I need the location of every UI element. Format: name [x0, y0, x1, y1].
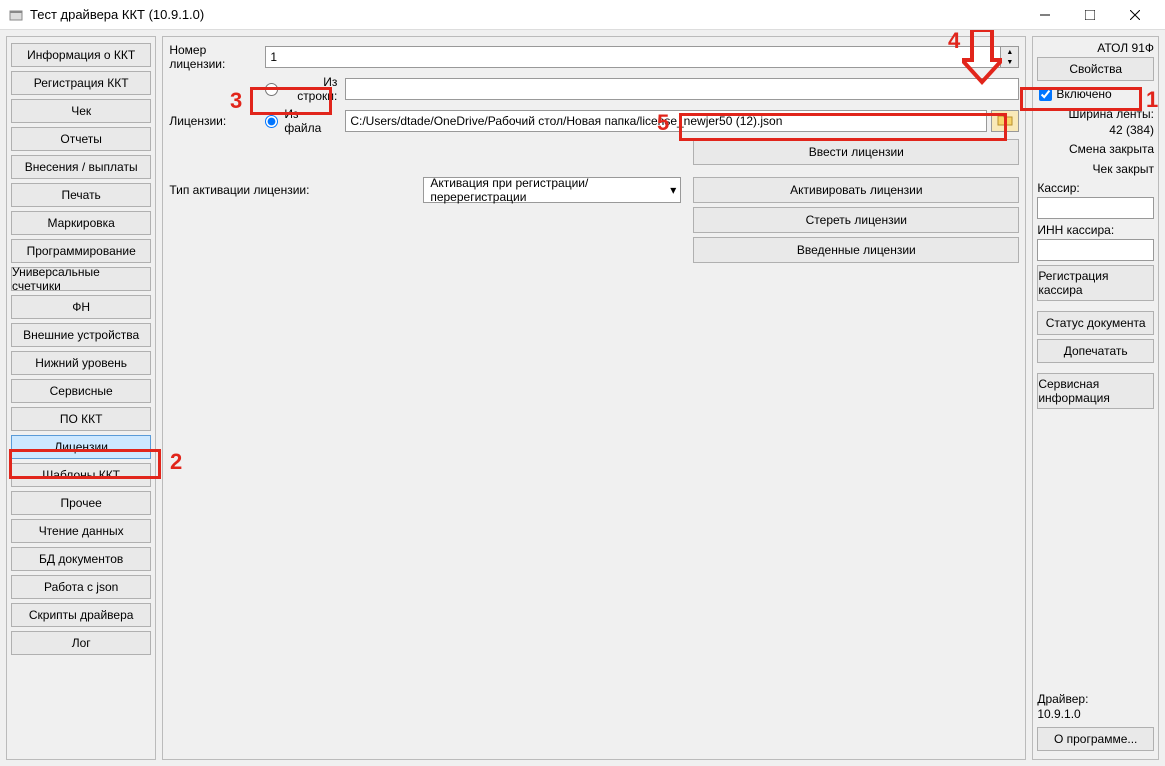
sidebar-item-info[interactable]: Информация о ККТ — [11, 43, 151, 67]
license-number-input[interactable] — [265, 46, 1001, 68]
license-number-label: Номер лицензии: — [169, 43, 261, 71]
license-string-input[interactable] — [345, 78, 1019, 100]
sidebar-item-firmware[interactable]: ПО ККТ — [11, 407, 151, 431]
check-status: Чек закрыт — [1037, 162, 1154, 178]
radio-from-file[interactable] — [265, 115, 278, 128]
sidebar-item-read[interactable]: Чтение данных — [11, 519, 151, 543]
folder-icon — [997, 114, 1013, 129]
shift-status: Смена закрыта — [1037, 142, 1154, 158]
enabled-checkbox[interactable] — [1039, 88, 1052, 101]
license-number-spinbox[interactable]: ▲▼ — [265, 46, 1019, 68]
register-cashier-button[interactable]: Регистрация кассира — [1037, 265, 1154, 301]
sidebar-item-payments[interactable]: Внесения / выплаты — [11, 155, 151, 179]
maximize-button[interactable] — [1067, 0, 1112, 30]
close-button[interactable] — [1112, 0, 1157, 30]
radio-file-label: Из файла — [284, 107, 337, 135]
sidebar-item-registration[interactable]: Регистрация ККТ — [11, 71, 151, 95]
service-info-button[interactable]: Сервисная информация — [1037, 373, 1154, 409]
sidebar-item-print[interactable]: Печать — [11, 183, 151, 207]
cashier-input[interactable] — [1037, 197, 1154, 219]
radio-string-label: Из строки: — [284, 75, 337, 103]
sidebar-item-counters[interactable]: Универсальные счетчики — [11, 267, 151, 291]
license-file-input[interactable] — [345, 110, 987, 132]
sidebar-item-check[interactable]: Чек — [11, 99, 151, 123]
sidebar-item-json[interactable]: Работа с json — [11, 575, 151, 599]
sidebar-item-db[interactable]: БД документов — [11, 547, 151, 571]
about-button[interactable]: О программе... — [1037, 727, 1154, 751]
enabled-label: Включено — [1056, 87, 1111, 101]
activation-type-combo[interactable]: Активация при регистрации/перерегистраци… — [423, 177, 681, 203]
sidebar-item-log[interactable]: Лог — [11, 631, 151, 655]
app-icon — [8, 7, 24, 23]
sidebar-item-devices[interactable]: Внешние устройства — [11, 323, 151, 347]
sidebar-item-other[interactable]: Прочее — [11, 491, 151, 515]
radio-from-string[interactable] — [265, 83, 278, 96]
sidebar-item-templates[interactable]: Шаблоны ККТ — [11, 463, 151, 487]
reprint-button[interactable]: Допечатать — [1037, 339, 1154, 363]
sidebar-item-reports[interactable]: Отчеты — [11, 127, 151, 151]
sidebar-item-marking[interactable]: Маркировка — [11, 211, 151, 235]
browse-button[interactable] — [991, 110, 1019, 132]
properties-button[interactable]: Свойства — [1037, 57, 1154, 81]
cashier-inn-input[interactable] — [1037, 239, 1154, 261]
device-name: АТОЛ 91Ф — [1037, 41, 1154, 55]
activation-type-label: Тип активации лицензии: — [169, 183, 419, 197]
sidebar-item-programming[interactable]: Программирование — [11, 239, 151, 263]
sidebar-item-scripts[interactable]: Скрипты драйвера — [11, 603, 151, 627]
sidebar-item-licenses[interactable]: Лицензии — [11, 435, 151, 459]
cashier-inn-label: ИНН кассира: — [1037, 223, 1154, 237]
enabled-checkbox-row[interactable]: Включено — [1037, 85, 1154, 103]
sidebar-item-lowlevel[interactable]: Нижний уровень — [11, 351, 151, 375]
spin-up[interactable]: ▲ — [1001, 47, 1018, 57]
activate-licenses-button[interactable]: Активировать лицензии — [693, 177, 1019, 203]
licenses-label: Лицензии: — [169, 114, 261, 128]
right-panel: АТОЛ 91Ф Свойства Включено Ширина ленты:… — [1032, 36, 1159, 760]
entered-licenses-button[interactable]: Введенные лицензии — [693, 237, 1019, 263]
spin-down[interactable]: ▼ — [1001, 57, 1018, 67]
cashier-label: Кассир: — [1037, 181, 1154, 195]
spin-buttons[interactable]: ▲▼ — [1001, 46, 1019, 68]
tape-width: Ширина ленты: 42 (384) — [1037, 107, 1154, 138]
driver-info: Драйвер: 10.9.1.0 — [1037, 692, 1154, 723]
erase-licenses-button[interactable]: Стереть лицензии — [693, 207, 1019, 233]
enter-licenses-button[interactable]: Ввести лицензии — [693, 139, 1019, 165]
sidebar: Информация о ККТ Регистрация ККТ Чек Отч… — [6, 36, 156, 760]
window-title: Тест драйвера ККТ (10.9.1.0) — [30, 7, 1022, 22]
doc-status-button[interactable]: Статус документа — [1037, 311, 1154, 335]
main-panel: Номер лицензии: ▲▼ Из строки: Лицензии: … — [162, 36, 1026, 760]
titlebar: Тест драйвера ККТ (10.9.1.0) — [0, 0, 1165, 30]
minimize-button[interactable] — [1022, 0, 1067, 30]
sidebar-item-service[interactable]: Сервисные — [11, 379, 151, 403]
sidebar-item-fn[interactable]: ФН — [11, 295, 151, 319]
